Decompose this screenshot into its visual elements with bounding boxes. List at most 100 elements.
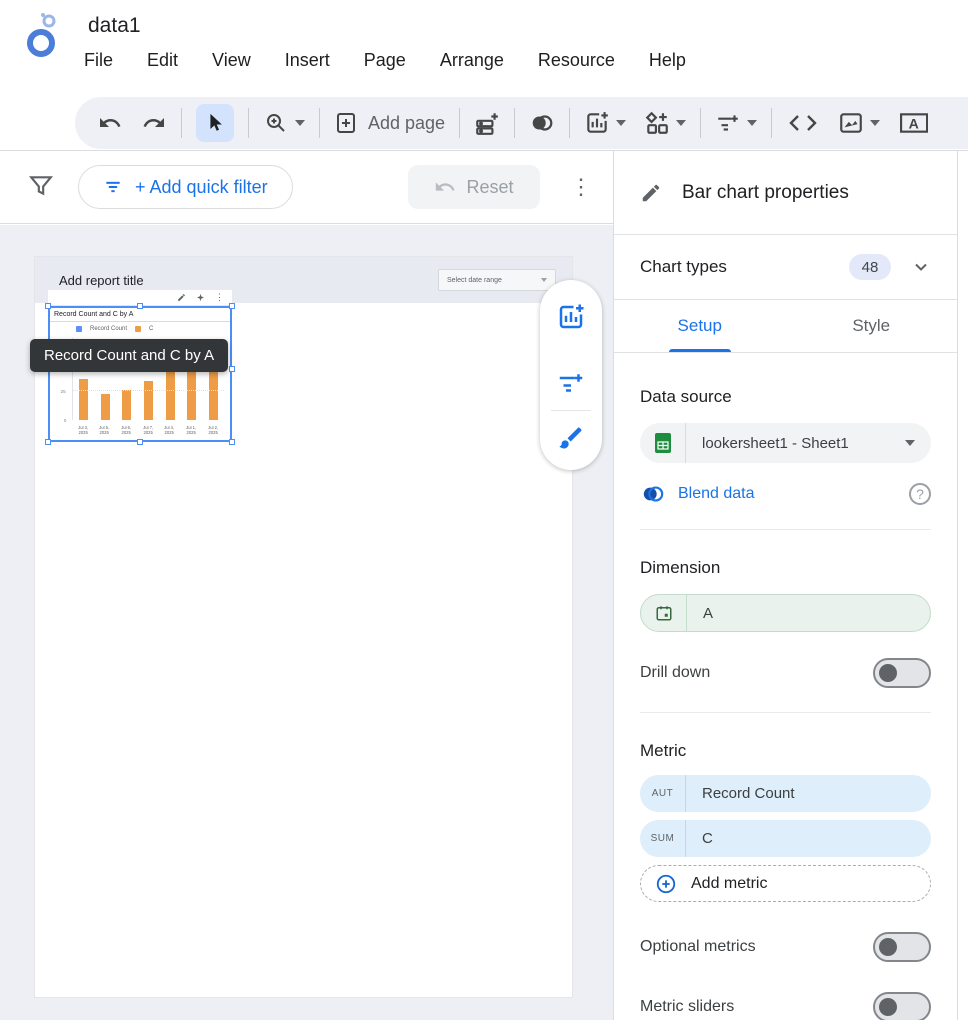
reset-undo-icon [434,176,456,198]
document-title[interactable]: data1 [88,14,141,38]
optional-metrics-label: Optional metrics [640,938,873,956]
selection-handle[interactable] [229,303,235,309]
blend-data-icon [640,483,666,505]
selection-handle[interactable] [45,439,51,445]
selection-handle[interactable] [45,303,51,309]
add-control-icon [715,110,741,136]
quick-add-control-icon[interactable] [556,368,586,398]
menu-edit[interactable]: Edit [147,50,178,71]
add-metric-label: Add metric [691,875,767,893]
edit-pencil-icon[interactable] [177,293,186,302]
metric-value: C [686,830,931,847]
add-image-button[interactable] [838,110,880,136]
data-source-section: Data source lookersheet1 - Sheet1 Blend … [614,387,957,530]
add-page-icon [334,111,358,135]
menu-help[interactable]: Help [649,50,686,71]
chart-types-row[interactable]: Chart types 48 [614,235,957,300]
selection-handle[interactable] [229,366,235,372]
add-quick-filter-button[interactable]: + Add quick filter [78,165,293,209]
date-range-control[interactable]: Select date range [438,269,556,291]
add-data-icon[interactable] [474,110,500,136]
tab-style[interactable]: Style [786,300,958,352]
magic-sparkle-icon[interactable] [196,293,205,302]
reset-button[interactable]: Reset [408,165,540,209]
data-source-value: lookersheet1 - Sheet1 [686,435,905,452]
add-page-label: Add page [368,113,445,134]
toolbar-divider [569,108,570,138]
quick-theme-brush-icon[interactable] [556,423,586,453]
mini-chart-title: Record Count and C by A [50,308,230,322]
chevron-down-icon [676,120,686,126]
add-page-button[interactable]: Add page [334,111,445,135]
help-icon[interactable]: ? [909,483,931,505]
menu-page[interactable]: Page [364,50,406,71]
selection-handle[interactable] [229,439,235,445]
metric-heading: Metric [640,741,931,761]
redo-icon[interactable] [141,110,167,136]
toolbar-divider [181,108,182,138]
filter-funnel-icon[interactable] [28,173,54,199]
metric-field-c[interactable]: SUM C [640,820,931,857]
optional-metrics-row: Optional metrics [640,932,931,962]
chart-tooltip: Record Count and C by A [30,339,228,372]
metric-value: Record Count [686,785,931,802]
panel-title: Bar chart properties [682,182,849,204]
drill-down-row: Drill down [640,658,931,688]
more-options-icon[interactable]: ⋮ [570,167,590,207]
community-viz-button[interactable] [644,110,686,136]
filter-bar: + Add quick filter Reset ⋮ [0,151,613,224]
chart-more-options-icon[interactable]: ⋮ [215,292,224,303]
toolbar: Add page [75,97,968,149]
pill-divider [551,410,591,411]
plus-circle-icon [655,873,677,895]
metric-sliders-label: Metric sliders [640,998,873,1016]
add-chart-button[interactable] [584,110,626,136]
optional-metrics-toggle[interactable] [873,932,931,962]
toolbar-divider [514,108,515,138]
menu-view[interactable]: View [212,50,251,71]
undo-icon[interactable] [97,110,123,136]
metric-agg-badge: SUM [651,833,675,844]
menu-insert[interactable]: Insert [285,50,330,71]
select-tool-button[interactable] [196,104,234,142]
chevron-down-icon[interactable] [911,257,931,277]
data-source-heading: Data source [640,387,931,407]
data-source-field[interactable]: lookersheet1 - Sheet1 [640,423,931,463]
legend-swatch-c [135,326,141,332]
properties-panel: Bar chart properties Chart types 48 Setu… [613,151,958,1020]
quick-add-pill [540,280,602,470]
menu-arrange[interactable]: Arrange [440,50,504,71]
zoom-tool-button[interactable] [263,110,305,136]
blend-icon[interactable] [529,110,555,136]
dimension-field[interactable]: A [640,594,931,632]
menu-file[interactable]: File [84,50,113,71]
embed-icon[interactable] [786,110,820,136]
add-control-button[interactable] [715,110,757,136]
drill-down-toggle[interactable] [873,658,931,688]
report-canvas[interactable]: Add report title Select date range ⋮ Rec… [0,225,613,1020]
text-box-icon[interactable]: A [898,110,928,136]
metric-agg-badge: AUT [652,788,674,799]
calendar-icon [641,595,687,631]
add-metric-button[interactable]: Add metric [640,865,931,902]
menu-resource[interactable]: Resource [538,50,615,71]
report-title-placeholder[interactable]: Add report title [59,273,438,288]
blend-data-link[interactable]: Blend data [678,485,897,503]
drill-down-label: Drill down [640,664,873,682]
main-area: + Add quick filter Reset ⋮ Add report ti… [0,150,968,1020]
add-chart-icon [584,110,610,136]
metric-sliders-toggle[interactable] [873,992,931,1020]
selection-handle[interactable] [137,439,143,445]
metric-field-record-count[interactable]: AUT Record Count [640,775,931,812]
mini-chart[interactable]: Record Count and C by A Record Count C 0… [48,306,232,442]
quick-add-chart-icon[interactable] [556,302,586,332]
panel-header: Bar chart properties [614,151,957,235]
tab-setup[interactable]: Setup [614,300,786,352]
chevron-down-icon [905,440,915,446]
legend-label-record-count: Record Count [90,326,127,332]
selection-handle[interactable] [137,303,143,309]
panel-tabs: Setup Style [614,300,957,353]
quick-filter-icon [103,177,123,197]
chart-types-label: Chart types [640,257,849,277]
chevron-down-icon [541,278,547,282]
